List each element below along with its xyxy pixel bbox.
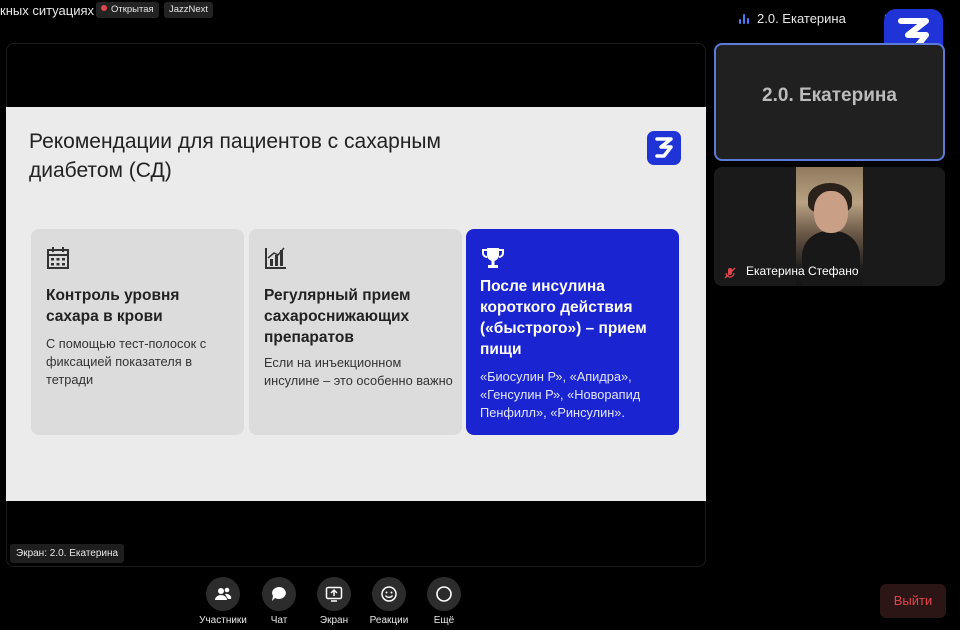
presentation-slide: Рекомендации для пациентов с сахарным ди… <box>6 107 706 501</box>
participants-label: Участники <box>199 615 247 626</box>
card-medication: Регулярный прием сахароснижающих препара… <box>249 229 462 435</box>
tag-open-label: Открытая <box>111 4 154 15</box>
reactions-button[interactable]: Реакции <box>363 577 415 626</box>
active-speaker-name: 2.0. Екатерина <box>757 11 846 26</box>
card-sugar-control: Контроль уровня сахара в крови С помощью… <box>31 229 244 435</box>
smiley-icon[interactable] <box>372 577 406 611</box>
participant-video-name: Екатерина Стефано <box>746 264 859 278</box>
more-label: Ещё <box>433 615 455 626</box>
slide-title: Рекомендации для пациентов с сахарным ди… <box>29 130 441 182</box>
active-speaker-indicator: 2.0. Екатерина <box>739 11 846 26</box>
chat-button[interactable]: Чат <box>253 577 305 626</box>
meeting-title: кных ситуациях <box>0 3 95 18</box>
participant-tile-video[interactable]: Екатерина Стефано <box>714 167 945 286</box>
chat-icon[interactable] <box>262 577 296 611</box>
more-button[interactable]: Ещё <box>418 577 470 626</box>
participant-tile-name: 2.0. Екатерина <box>762 85 897 106</box>
leave-button[interactable]: Выйти <box>880 584 946 618</box>
participants-icon[interactable] <box>206 577 240 611</box>
audio-level-icon <box>739 13 749 24</box>
slide-logo-icon <box>647 131 681 165</box>
card-body: Если на инъекционном инсулине – это особ… <box>264 355 453 388</box>
card-title: Регулярный прием сахароснижающих препара… <box>264 287 411 346</box>
top-bar: кных ситуациях Открытая JazzNext 2.0. Ек… <box>0 0 960 62</box>
card-title: Контроль уровня сахара в крови <box>46 287 180 325</box>
participants-button[interactable]: Участники <box>197 577 249 626</box>
tag-jazznext: JazzNext <box>164 2 214 18</box>
trophy-icon <box>481 246 505 270</box>
screen-share-label: Экран <box>319 615 349 626</box>
card-body: «Биосулин Р», «Апидра», «Генсулин Р», «Н… <box>480 369 641 420</box>
more-circle-icon[interactable] <box>427 577 461 611</box>
mic-off-icon <box>724 266 736 279</box>
card-body: С помощью тест-полосок с фиксацией показ… <box>46 336 207 387</box>
screen-share-icon[interactable] <box>317 577 351 611</box>
reactions-label: Реакции <box>369 615 409 626</box>
participant-tile-active[interactable]: 2.0. Екатерина <box>714 43 945 161</box>
card-short-insulin: После инсулина короткого действия («быст… <box>466 229 679 435</box>
card-title: После инсулина короткого действия («быст… <box>480 278 647 358</box>
tag-open: Открытая <box>96 2 159 18</box>
chat-label: Чат <box>270 615 288 626</box>
lock-dot-icon <box>101 5 107 12</box>
screen-share-button[interactable]: Экран <box>308 577 360 626</box>
bar-chart-icon <box>264 246 288 270</box>
screen-owner-caption: Экран: 2.0. Екатерина <box>10 544 125 563</box>
calendar-icon <box>46 246 70 270</box>
